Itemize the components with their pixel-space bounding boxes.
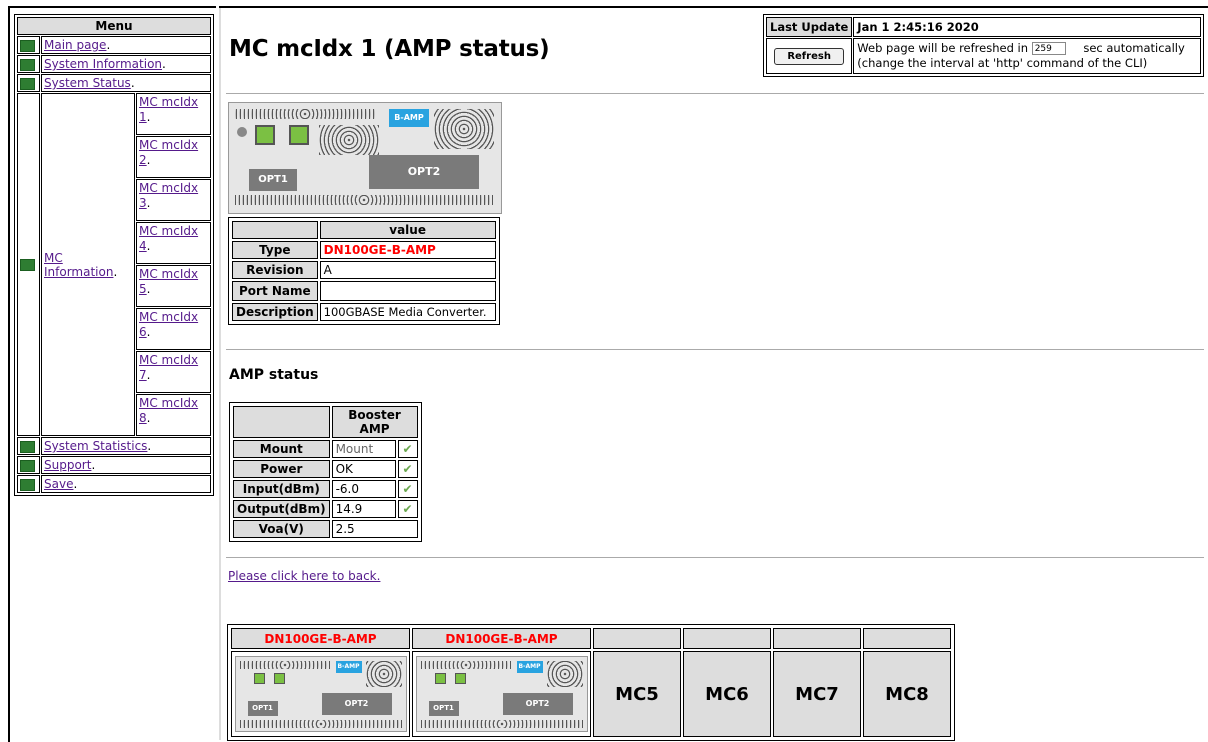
page-title: MC mcIdx 1 (AMP status) xyxy=(229,36,550,62)
last-update-panel: Last Update Jan 1 2:45:16 2020 Refresh W… xyxy=(763,14,1205,77)
refresh-interval-input[interactable] xyxy=(1031,42,1066,55)
divider xyxy=(226,93,1204,94)
slot-mc6[interactable]: MC6 xyxy=(683,651,771,737)
menu-link-mc-information[interactable]: MC Information xyxy=(44,251,113,279)
menu-link-system-status[interactable]: System Status xyxy=(44,76,131,90)
opt1-port: OPT1 xyxy=(249,169,297,191)
info-table-header: value xyxy=(319,221,496,239)
folder-icon xyxy=(20,77,35,90)
amp-status-table: Booster AMP Mount Mount ✔ Power OK ✔ Input(d… xyxy=(229,402,422,542)
refresh-button[interactable]: Refresh xyxy=(774,47,844,65)
folder-icon xyxy=(20,478,35,491)
mc-slot-row: DN100GE-B-AMP DN100GE-B-AMP B-AMP OPT1 O… xyxy=(227,624,955,741)
slot-mc8[interactable]: MC8 xyxy=(863,651,951,737)
top-frame-border xyxy=(219,6,1208,8)
section-title: AMP status xyxy=(229,367,319,383)
info-table: value Type DN100GE-B-AMP Revision A Port N… xyxy=(228,217,500,325)
check-icon: ✔ xyxy=(402,442,413,456)
slot1-type[interactable]: DN100GE-B-AMP xyxy=(231,628,410,649)
check-icon: ✔ xyxy=(402,482,413,496)
amp-header: Booster AMP xyxy=(331,406,418,438)
check-icon: ✔ xyxy=(402,502,413,516)
device-image: B-AMP OPT1 OPT2 xyxy=(228,102,502,214)
menu-header: Menu xyxy=(17,17,211,35)
menu-link-support[interactable]: Support xyxy=(44,458,91,472)
sfp-port xyxy=(289,125,309,145)
menu-panel: Menu Main page. System Information. Syst… xyxy=(14,14,214,496)
folder-icon xyxy=(20,440,35,453)
type-value: DN100GE-B-AMP xyxy=(319,241,496,259)
revision-value: A xyxy=(319,261,496,279)
menu-link-system-statistics[interactable]: System Statistics xyxy=(44,439,147,453)
folder-icon xyxy=(20,259,35,271)
slot2-type[interactable]: DN100GE-B-AMP xyxy=(412,628,591,649)
last-update-value: Jan 1 2:45:16 2020 xyxy=(853,17,1202,37)
device-badge: B-AMP xyxy=(389,109,429,127)
slot2-image[interactable]: B-AMP OPT1 OPT2 xyxy=(412,651,591,737)
sfp-port xyxy=(255,125,275,145)
last-update-label: Last Update xyxy=(766,17,853,37)
port-name-value xyxy=(319,281,496,301)
description-value: 100GBASE Media Converter. xyxy=(319,303,496,321)
slot-mc5[interactable]: MC5 xyxy=(593,651,681,737)
opt2-port: OPT2 xyxy=(369,155,479,189)
slot-mc7[interactable]: MC7 xyxy=(773,651,861,737)
folder-icon xyxy=(20,459,35,472)
back-link[interactable]: Please click here to back. xyxy=(228,569,380,583)
menu-link-save[interactable]: Save xyxy=(44,477,73,491)
menu-link-main-page[interactable]: Main page xyxy=(44,38,106,52)
frame-splitter[interactable] xyxy=(219,6,221,740)
divider xyxy=(226,557,1204,558)
check-icon: ✔ xyxy=(402,462,413,476)
slot1-image[interactable]: B-AMP OPT1 OPT2 xyxy=(231,651,410,737)
folder-icon xyxy=(20,58,35,71)
divider xyxy=(226,349,1204,350)
folder-icon xyxy=(20,39,35,52)
menu-link-system-information[interactable]: System Information xyxy=(44,57,162,71)
